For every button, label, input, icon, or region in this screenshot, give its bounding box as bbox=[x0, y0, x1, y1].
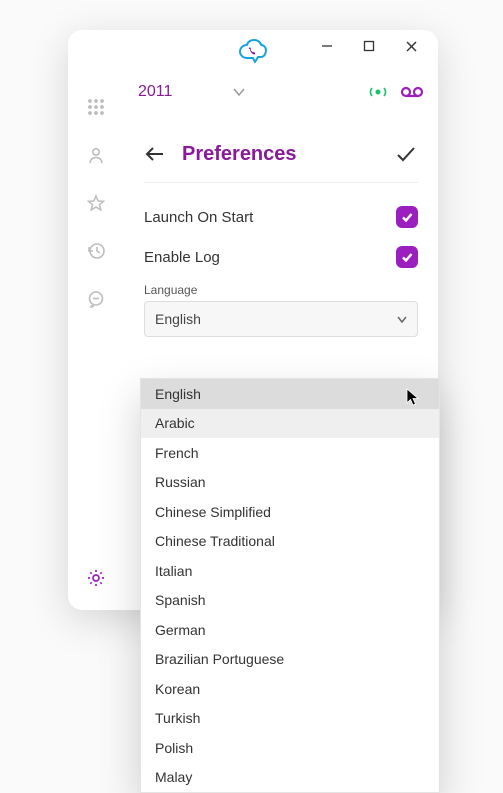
contacts-icon[interactable] bbox=[87, 146, 105, 164]
cursor-icon bbox=[406, 388, 420, 406]
page-title: Preferences bbox=[182, 143, 297, 166]
launch-on-start-label: Launch On Start bbox=[144, 209, 253, 226]
language-option[interactable]: Spanish bbox=[141, 586, 439, 616]
sidebar bbox=[68, 92, 124, 610]
enable-log-row: Enable Log bbox=[144, 237, 418, 277]
titlebar bbox=[68, 30, 438, 74]
back-button[interactable] bbox=[144, 143, 166, 165]
language-option[interactable]: Korean bbox=[141, 674, 439, 704]
language-select[interactable]: English bbox=[144, 301, 418, 337]
language-option[interactable]: Turkish bbox=[141, 704, 439, 734]
launch-on-start-checkbox[interactable] bbox=[396, 206, 418, 228]
language-selected-value: English bbox=[155, 311, 201, 327]
enable-log-checkbox[interactable] bbox=[396, 246, 418, 268]
window-controls bbox=[306, 30, 432, 62]
language-option[interactable]: Chinese Simplified bbox=[141, 497, 439, 527]
extension-dropdown-icon[interactable] bbox=[232, 85, 246, 99]
voicemail-icon[interactable] bbox=[400, 85, 424, 99]
language-option[interactable]: English bbox=[141, 379, 439, 409]
maximize-button[interactable] bbox=[348, 30, 390, 62]
chevron-down-icon bbox=[395, 312, 409, 326]
chat-icon[interactable] bbox=[87, 290, 105, 308]
minimize-button[interactable] bbox=[306, 30, 348, 62]
enable-log-label: Enable Log bbox=[144, 249, 220, 266]
record-icon[interactable] bbox=[368, 85, 388, 99]
language-option[interactable]: Italian bbox=[141, 556, 439, 586]
language-label: Language bbox=[144, 283, 418, 297]
divider bbox=[144, 182, 418, 183]
language-option[interactable]: Brazilian Portuguese bbox=[141, 645, 439, 675]
language-option[interactable]: German bbox=[141, 615, 439, 645]
language-option[interactable]: Russian bbox=[141, 468, 439, 498]
apply-button[interactable] bbox=[394, 142, 418, 166]
language-option[interactable]: Arabic bbox=[141, 409, 439, 439]
launch-on-start-row: Launch On Start bbox=[144, 197, 418, 237]
settings-icon[interactable] bbox=[86, 568, 106, 588]
language-option[interactable]: Chinese Traditional bbox=[141, 527, 439, 557]
language-dropdown: EnglishArabicFrenchRussianChinese Simpli… bbox=[140, 378, 440, 793]
close-button[interactable] bbox=[390, 30, 432, 62]
dialpad-icon[interactable] bbox=[87, 98, 105, 116]
history-icon[interactable] bbox=[87, 242, 105, 260]
extension-number[interactable]: 2011 bbox=[138, 83, 172, 101]
app-logo bbox=[238, 38, 268, 66]
favorites-icon[interactable] bbox=[87, 194, 105, 212]
language-option[interactable]: Malay bbox=[141, 763, 439, 793]
language-option[interactable]: French bbox=[141, 438, 439, 468]
preferences-header: Preferences bbox=[144, 130, 418, 178]
language-option[interactable]: Polish bbox=[141, 733, 439, 763]
